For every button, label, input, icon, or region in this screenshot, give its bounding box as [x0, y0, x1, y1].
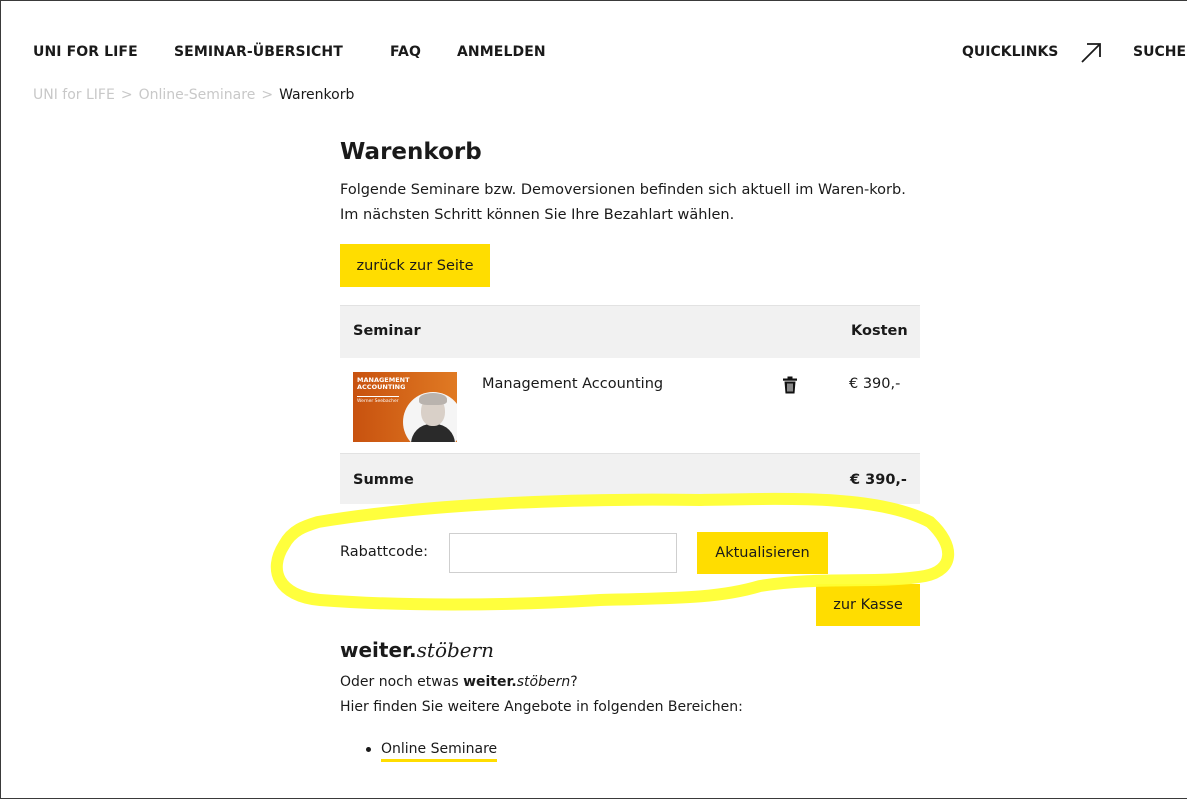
- discount-code-input[interactable]: [449, 533, 677, 573]
- update-button[interactable]: Aktualisieren: [697, 532, 828, 574]
- browse-line-1-bold: weiter.: [463, 674, 517, 690]
- nav-faq[interactable]: FAQ: [390, 44, 421, 60]
- bullet-icon: [366, 746, 371, 752]
- trash-icon[interactable]: [782, 376, 798, 394]
- browse-line-1-prefix: Oder noch etwas: [340, 674, 464, 690]
- arrow-up-right-icon[interactable]: [1078, 40, 1104, 66]
- cart-intro-text: Folgende Seminare bzw. Demoversionen bef…: [340, 182, 906, 223]
- discount-code-label: Rabattcode:: [340, 544, 428, 560]
- table-row: MANAGEMENT ACCOUNTING Werner Seebacher M…: [340, 358, 920, 454]
- breadcrumb-separator: >: [261, 87, 274, 103]
- nav-seminar-uebersicht[interactable]: SEMINAR-ÜBERSICHT: [174, 44, 343, 60]
- thumbnail-author: Werner Seebacher: [357, 399, 399, 404]
- thumbnail-divider: [357, 396, 399, 397]
- browse-heading-italic: stöbern: [416, 638, 495, 662]
- breadcrumb: UNI for LIFE > Online-Seminare > Warenkorb: [33, 87, 354, 103]
- seminar-title[interactable]: Management Accounting: [482, 376, 663, 392]
- browse-line-1-suffix: ?: [570, 674, 578, 690]
- thumbnail-portrait-hair: [419, 393, 447, 405]
- link-online-seminare[interactable]: Online Seminare: [381, 741, 498, 762]
- breadcrumb-online-seminare[interactable]: Online-Seminare: [139, 87, 256, 103]
- breadcrumb-separator: >: [120, 87, 133, 103]
- browse-heading-bold: weiter.: [340, 638, 417, 662]
- thumbnail-title: MANAGEMENT ACCOUNTING: [357, 376, 410, 391]
- nav-uni-for-life[interactable]: UNI FOR LIFE: [33, 44, 138, 60]
- back-to-page-button[interactable]: zurück zur Seite: [340, 244, 490, 287]
- sum-value: € 390,-: [850, 472, 907, 488]
- sum-row: Summe € 390,-: [340, 454, 920, 504]
- sum-label: Summe: [353, 472, 414, 488]
- breadcrumb-home[interactable]: UNI for LIFE: [33, 87, 115, 103]
- table-header: Seminar Kosten: [340, 305, 920, 358]
- column-header-cost: Kosten: [851, 323, 908, 339]
- nav-quicklinks[interactable]: QUICKLINKS: [962, 44, 1058, 60]
- page-title: Warenkorb: [340, 139, 482, 165]
- column-header-seminar: Seminar: [353, 323, 421, 339]
- browse-line-1: Oder noch etwas weiter.stöbern?: [340, 674, 578, 690]
- browse-line-1-italic: stöbern: [516, 674, 571, 690]
- browse-heading: weiter.stöbern: [340, 638, 494, 662]
- breadcrumb-current: Warenkorb: [279, 87, 355, 103]
- nav-anmelden[interactable]: ANMELDEN: [457, 44, 546, 60]
- seminar-thumbnail[interactable]: MANAGEMENT ACCOUNTING Werner Seebacher: [353, 372, 457, 442]
- checkout-button[interactable]: zur Kasse: [816, 584, 920, 626]
- list-item: Online Seminare: [366, 741, 498, 762]
- browse-line-2: Hier finden Sie weitere Angebote in folg…: [340, 699, 743, 715]
- nav-search[interactable]: SUCHE: [1133, 44, 1186, 60]
- seminar-price: € 390,-: [849, 376, 901, 392]
